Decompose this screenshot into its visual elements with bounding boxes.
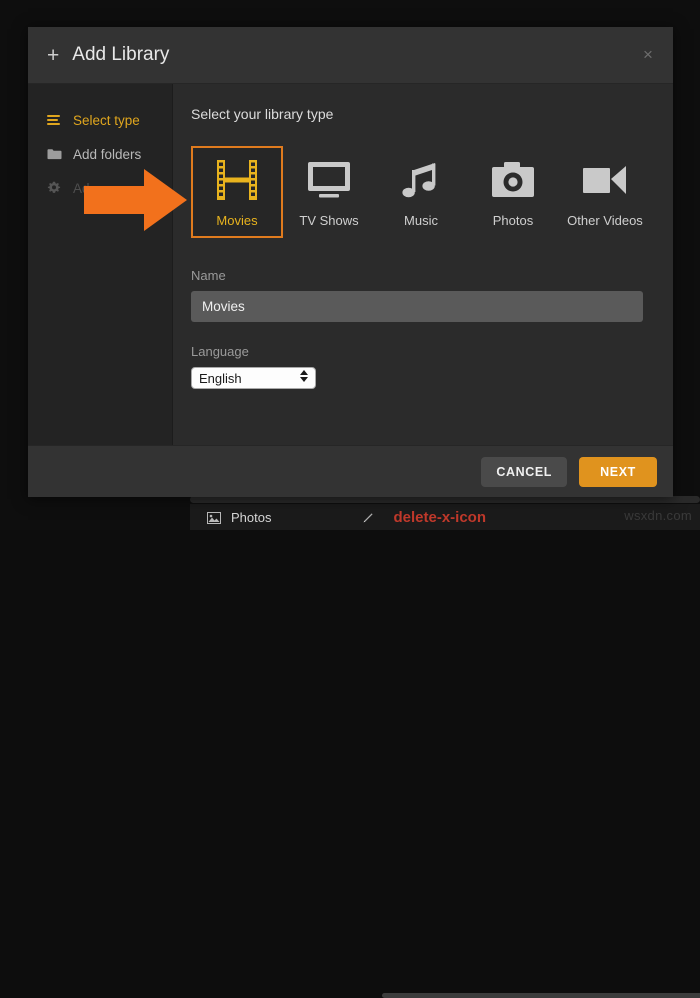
language-select[interactable]: English [191, 367, 316, 389]
hamburger-icon [47, 115, 64, 125]
name-field-label: Name [191, 268, 673, 283]
horizontal-scrollbar-thumb[interactable] [382, 993, 700, 998]
name-input[interactable] [191, 291, 643, 322]
sidebar-item-label: Select type [73, 113, 140, 128]
television-icon [306, 157, 352, 203]
library-type-grid: Movies TV Shows [191, 146, 673, 238]
dialog-title: Add Library [72, 44, 169, 66]
camera-icon [491, 157, 535, 203]
music-note-icon [401, 157, 441, 203]
dialog-footer: CANCEL NEXT [28, 445, 673, 497]
folder-icon [47, 148, 64, 160]
library-type-label: TV Shows [299, 213, 358, 228]
list-item-label: Photos [231, 510, 271, 525]
cancel-button[interactable]: CANCEL [481, 457, 567, 487]
list-item-actions: delete-x-icon [362, 510, 486, 525]
dialog-body: Select type Add folders Ad [28, 84, 673, 445]
watermark: wsxdn.com [624, 508, 692, 523]
dialog-main-panel: Select your library type [173, 84, 673, 445]
next-button[interactable]: NEXT [579, 457, 657, 487]
sidebar-item-advanced[interactable]: Ad [28, 171, 172, 205]
library-type-movies[interactable]: Movies [191, 146, 283, 238]
film-strip-icon [215, 157, 259, 203]
gear-icon [47, 181, 64, 195]
sidebar-item-label: Ad [73, 181, 90, 196]
dialog-header: + Add Library × [28, 27, 673, 84]
language-group: Language English [191, 344, 673, 389]
plus-icon: + [47, 45, 59, 66]
library-type-label: Music [404, 213, 438, 228]
library-type-label: Movies [216, 213, 257, 228]
library-type-tv-shows[interactable]: TV Shows [283, 146, 375, 238]
library-type-other-videos[interactable]: Other Videos [559, 146, 651, 238]
library-type-music[interactable]: Music [375, 146, 467, 238]
close-icon[interactable]: × [638, 45, 658, 65]
library-type-label: Other Videos [567, 213, 643, 228]
dialog-sidebar: Select type Add folders Ad [28, 84, 173, 445]
language-field-label: Language [191, 344, 673, 359]
delete-x-icon[interactable]: delete-x-icon [393, 510, 486, 525]
add-library-dialog: + Add Library × Select type Add folders [28, 27, 673, 497]
language-select-wrap: English [191, 367, 316, 389]
sidebar-item-select-type[interactable]: Select type [28, 103, 172, 137]
video-camera-icon [582, 157, 628, 203]
sidebar-item-add-folders[interactable]: Add folders [28, 137, 172, 171]
library-form: Name Language English [191, 268, 673, 389]
panel-heading: Select your library type [191, 106, 673, 122]
library-type-photos[interactable]: Photos [467, 146, 559, 238]
library-type-label: Photos [493, 213, 533, 228]
horizontal-scrollbar-track[interactable] [190, 496, 700, 503]
image-icon [207, 511, 221, 523]
sidebar-item-label: Add folders [73, 147, 141, 162]
pencil-icon[interactable] [362, 511, 375, 524]
